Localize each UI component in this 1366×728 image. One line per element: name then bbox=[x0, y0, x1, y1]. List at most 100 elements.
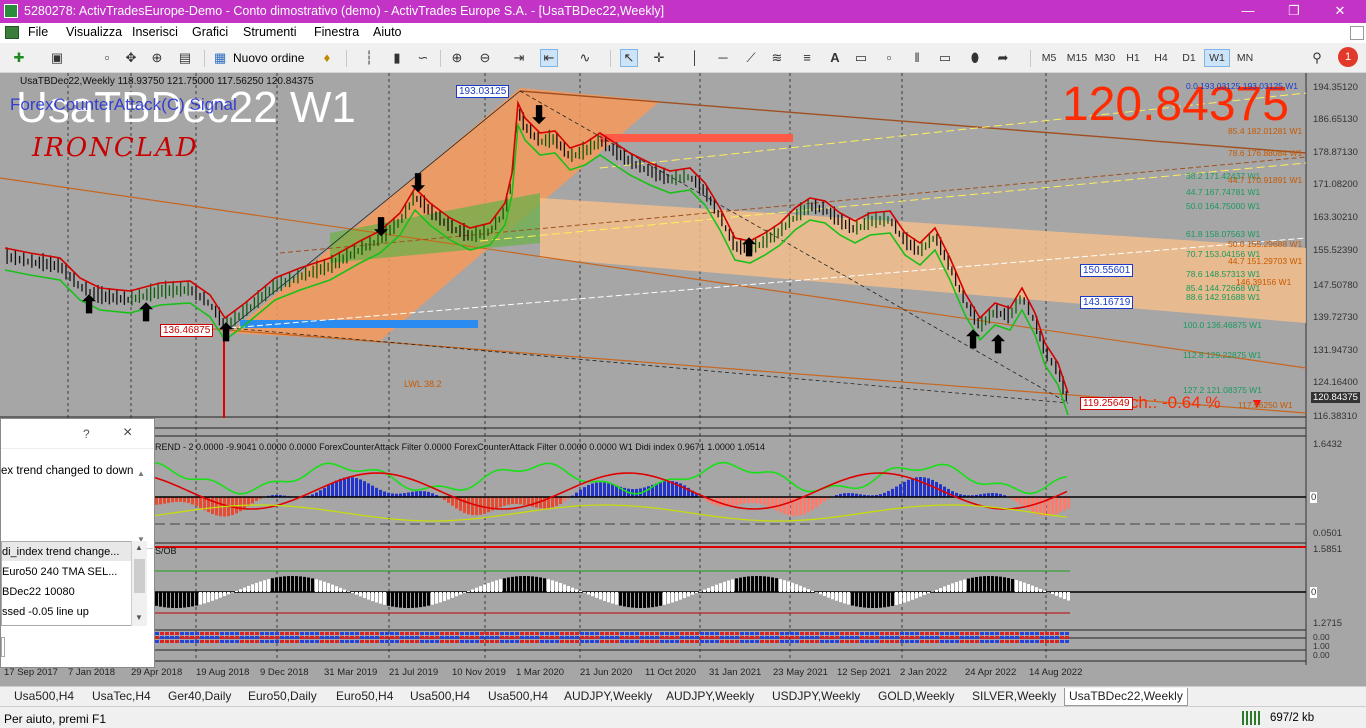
indicators-icon[interactable]: ∿ bbox=[576, 49, 594, 67]
help-icon[interactable]: ? bbox=[83, 427, 90, 441]
terminal-panel-icon[interactable]: ▤ bbox=[176, 49, 194, 67]
horizontal-line-icon[interactable]: ─ bbox=[714, 49, 732, 67]
list-scrollbar[interactable]: ▲ ▼ bbox=[131, 541, 147, 626]
channel-icon[interactable]: ≋ bbox=[768, 49, 786, 67]
tf-m30[interactable]: M30 bbox=[1092, 49, 1118, 67]
histogram-bar bbox=[827, 592, 830, 598]
text-icon[interactable]: A bbox=[826, 49, 844, 67]
new-order-button[interactable]: ▦ Nuovo ordine bbox=[212, 49, 310, 67]
histogram-bar bbox=[759, 497, 762, 505]
strip-cell bbox=[535, 632, 539, 635]
strip-cell bbox=[840, 640, 844, 643]
chart-tab[interactable]: Euro50,H4 bbox=[332, 688, 397, 706]
line-chart-icon[interactable]: ∽ bbox=[414, 49, 432, 67]
histogram-bar bbox=[791, 582, 794, 592]
chart-tab[interactable]: UsaTBDec22,Weekly bbox=[1064, 688, 1188, 706]
ellipse-icon[interactable]: ⬮ bbox=[966, 49, 984, 67]
scroll-up-icon[interactable]: ▲ bbox=[137, 469, 145, 478]
chart-tab[interactable]: Usa500,H4 bbox=[406, 688, 474, 706]
restore-icon[interactable]: ❐ bbox=[1271, 0, 1317, 23]
histogram-bar bbox=[851, 592, 854, 606]
menu-finestra[interactable]: Finestra bbox=[314, 25, 359, 39]
market-watch-icon[interactable]: ▫ bbox=[98, 49, 116, 67]
chart-tab[interactable]: Usa500,H4 bbox=[10, 688, 78, 706]
zoom-out-icon[interactable]: ⊖ bbox=[476, 49, 494, 67]
histogram-bar bbox=[703, 589, 706, 592]
menu-visualizza[interactable]: Visualizza bbox=[66, 25, 122, 39]
search-icon[interactable]: ⚲ bbox=[1308, 49, 1326, 67]
chart-tab[interactable]: USDJPY,Weekly bbox=[768, 688, 864, 706]
tf-w1[interactable]: W1 bbox=[1204, 49, 1230, 67]
scroll-up-icon[interactable]: ▲ bbox=[135, 543, 143, 552]
menu-inserisci[interactable]: Inserisci bbox=[132, 25, 178, 39]
mdi-restore-icon[interactable] bbox=[1350, 26, 1364, 40]
chart-tab[interactable]: SILVER,Weekly bbox=[968, 688, 1060, 706]
chart-tab[interactable]: AUDJPY,Weekly bbox=[560, 688, 656, 706]
data-window-icon[interactable]: ⊕ bbox=[148, 49, 166, 67]
chart-tab[interactable]: UsaTec,H4 bbox=[88, 688, 155, 706]
profiles-icon[interactable]: ▣ bbox=[48, 49, 66, 67]
ok-button[interactable] bbox=[1, 637, 5, 657]
tf-m5[interactable]: M5 bbox=[1036, 49, 1062, 67]
notification-badge[interactable]: 1 bbox=[1338, 47, 1358, 67]
strip-cell bbox=[1015, 636, 1019, 639]
menu-aiuto[interactable]: Aiuto bbox=[373, 25, 402, 39]
tf-h4[interactable]: H4 bbox=[1148, 49, 1174, 67]
strip-cell bbox=[215, 632, 219, 635]
tf-m15[interactable]: M15 bbox=[1064, 49, 1090, 67]
close-icon[interactable]: ✕ bbox=[1317, 0, 1363, 23]
strip-cell bbox=[510, 636, 514, 639]
tf-d1[interactable]: D1 bbox=[1176, 49, 1202, 67]
rectangle-icon[interactable]: ▭ bbox=[936, 49, 954, 67]
cursor-icon[interactable]: ↖ bbox=[620, 49, 638, 67]
candle-chart-icon[interactable]: ▮ bbox=[388, 49, 406, 67]
chart-tab[interactable]: Euro50,Daily bbox=[244, 688, 321, 706]
strip-cell bbox=[385, 636, 389, 639]
histogram-bar bbox=[651, 592, 654, 608]
gann-icon[interactable]: ▫ bbox=[880, 49, 898, 67]
strip-cell bbox=[425, 636, 429, 639]
fibonacci-icon[interactable]: ≡ bbox=[798, 49, 816, 67]
strip-cell bbox=[195, 632, 199, 635]
autotrading-icon[interactable]: ♦ bbox=[318, 49, 336, 67]
chart-shift-icon[interactable]: ⇤ bbox=[540, 49, 558, 67]
histogram-bar bbox=[563, 584, 566, 592]
bar-chart-icon[interactable]: ┆ bbox=[360, 49, 378, 67]
tf-h1[interactable]: H1 bbox=[1120, 49, 1146, 67]
chart-tab[interactable]: AUDJPY,Weekly bbox=[662, 688, 758, 706]
strip-cell bbox=[660, 632, 664, 635]
list-item[interactable]: Euro50 240 TMA SEL... bbox=[2, 562, 146, 582]
scroll-thumb[interactable] bbox=[134, 559, 145, 593]
histogram-bar bbox=[291, 576, 294, 592]
navigator-icon[interactable]: ✥ bbox=[122, 49, 140, 67]
menu-strumenti[interactable]: Strumenti bbox=[243, 25, 297, 39]
label-icon[interactable]: ▭ bbox=[852, 49, 870, 67]
new-chart-icon[interactable]: ✚ bbox=[10, 49, 28, 67]
histogram-bar bbox=[571, 587, 574, 592]
minimize-icon[interactable]: — bbox=[1225, 0, 1271, 23]
menu-grafici[interactable]: Grafici bbox=[192, 25, 228, 39]
auto-scroll-icon[interactable]: ⇥ bbox=[510, 49, 528, 67]
tf-mn[interactable]: MN bbox=[1232, 49, 1258, 67]
chart-canvas[interactable]: ⬆ ⬆⬆⬇⬇⬇⬆⬆ ⬆▼ bbox=[0, 73, 1366, 686]
scroll-down-icon[interactable]: ▼ bbox=[135, 613, 143, 622]
menu-file[interactable]: File bbox=[28, 25, 48, 39]
chart-tab[interactable]: Usa500,H4 bbox=[484, 688, 552, 706]
list-item[interactable]: di_index trend change... bbox=[2, 542, 146, 562]
strip-cell bbox=[830, 632, 834, 635]
cycle-lines-icon[interactable]: ‖ bbox=[908, 49, 926, 67]
close-icon[interactable]: × bbox=[123, 424, 132, 442]
chart-window[interactable]: ⬆ ⬆ ⬆ ⬇ ⬇ ⬇ ⬆ ⬆ ⬆ ▼ UsaTBDec22,Weekly 118.93750 1… bbox=[0, 73, 1366, 686]
alert-list[interactable]: di_index trend change... Euro50 240 TMA … bbox=[1, 541, 147, 626]
chart-tab[interactable]: GOLD,Weekly bbox=[874, 688, 958, 706]
histogram-bar bbox=[579, 591, 582, 592]
arrows-icon[interactable]: ➦ bbox=[994, 49, 1012, 67]
strip-cell bbox=[230, 632, 234, 635]
vertical-line-icon[interactable]: │ bbox=[686, 49, 704, 67]
zoom-in-icon[interactable]: ⊕ bbox=[448, 49, 466, 67]
crosshair-icon[interactable]: ✛ bbox=[650, 49, 668, 67]
chart-tab[interactable]: Ger40,Daily bbox=[164, 688, 235, 706]
list-item[interactable]: BDec22 10080 bbox=[2, 582, 146, 602]
list-item[interactable]: ssed -0.05 line up bbox=[2, 602, 146, 622]
trendline-icon[interactable]: ⟋ bbox=[742, 49, 760, 67]
